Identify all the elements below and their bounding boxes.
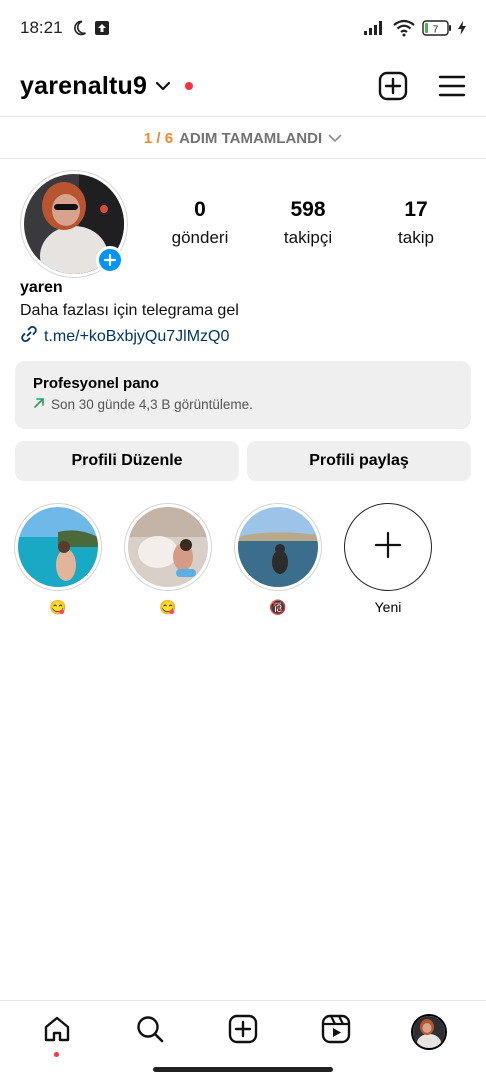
divider bbox=[0, 158, 486, 159]
bio-text: Daha fazlası için telegrama gel bbox=[20, 302, 239, 319]
stat-posts[interactable]: 0 gönderi bbox=[150, 198, 250, 248]
home-icon bbox=[42, 1014, 72, 1049]
plus-icon bbox=[104, 254, 116, 266]
reels-icon bbox=[321, 1014, 351, 1049]
status-bar: 18:21 7 bbox=[0, 0, 486, 56]
progress-count: 1 / 6 bbox=[143, 129, 174, 147]
nav-search[interactable] bbox=[120, 1007, 180, 1057]
link-icon bbox=[20, 325, 38, 348]
plus-icon bbox=[374, 531, 402, 564]
profile-stats: 0 gönderi 598 takipçi 17 takip bbox=[150, 198, 466, 248]
highlight-cover bbox=[18, 507, 98, 587]
new-post-icon[interactable] bbox=[378, 71, 408, 101]
charging-icon bbox=[458, 21, 466, 35]
stat-label: takipçi bbox=[283, 228, 333, 247]
edit-profile-button[interactable]: Profili Düzenle bbox=[15, 441, 239, 481]
moon-icon bbox=[71, 20, 87, 36]
highlight-label: 😋 bbox=[49, 599, 67, 615]
chevron-down-icon bbox=[328, 130, 342, 147]
dashboard-subtitle: Son 30 günde 4,3 B görüntüleme. bbox=[51, 397, 253, 412]
notification-dot bbox=[54, 1051, 60, 1057]
avatar bbox=[411, 1013, 448, 1050]
add-story-button[interactable] bbox=[96, 246, 124, 274]
new-highlight-button[interactable]: Yeni bbox=[344, 503, 432, 617]
battery-level: 7 bbox=[433, 25, 439, 36]
stat-following[interactable]: 17 takip bbox=[366, 198, 466, 248]
highlight-label: 🔞 bbox=[269, 599, 287, 615]
share-profile-button[interactable]: Profili paylaş bbox=[247, 441, 471, 481]
battery-icon: 7 bbox=[422, 20, 452, 36]
highlight-cover bbox=[128, 507, 208, 587]
dashboard-title: Profesyonel pano bbox=[33, 375, 159, 392]
display-name: yaren bbox=[20, 279, 63, 296]
highlight-cover bbox=[238, 507, 318, 587]
account-switcher[interactable]: yarenaltu9 bbox=[20, 71, 194, 101]
nav-profile[interactable] bbox=[399, 1007, 459, 1057]
highlight-label: 😋 bbox=[159, 599, 177, 615]
wifi-icon bbox=[392, 19, 416, 37]
menu-icon[interactable] bbox=[438, 74, 466, 98]
upload-icon bbox=[94, 21, 109, 35]
chevron-down-icon[interactable] bbox=[155, 81, 171, 91]
notification-dot bbox=[185, 82, 194, 90]
signal-icon bbox=[364, 21, 386, 35]
stat-label: takip bbox=[398, 228, 434, 247]
bottom-navigation bbox=[0, 1000, 486, 1062]
nav-home[interactable] bbox=[27, 1007, 87, 1057]
new-post-icon bbox=[228, 1014, 258, 1049]
stat-value: 17 bbox=[404, 198, 428, 221]
professional-dashboard-card[interactable]: Profesyonel pano Son 30 günde 4,3 B görü… bbox=[15, 361, 471, 429]
username: yarenaltu9 bbox=[20, 71, 148, 100]
divider bbox=[0, 116, 486, 117]
stat-label: gönderi bbox=[171, 228, 229, 247]
trend-up-icon bbox=[33, 397, 45, 412]
profile-actions: Profili Düzenle Profili paylaş bbox=[15, 441, 471, 481]
highlight-label: Yeni bbox=[374, 599, 402, 615]
progress-label: ADIM TAMAMLANDI bbox=[179, 129, 323, 147]
nav-create[interactable] bbox=[213, 1007, 273, 1057]
profile-header: yarenaltu9 bbox=[0, 56, 486, 116]
nav-reels[interactable] bbox=[306, 1007, 366, 1057]
bio-link[interactable]: t.me/+koBxbjyQu7JlMzQ0 bbox=[20, 325, 229, 348]
status-time: 18:21 bbox=[20, 18, 63, 37]
stat-value: 598 bbox=[290, 198, 326, 221]
story-highlights: 😋 😋 🔞 Yeni bbox=[14, 503, 432, 617]
stat-followers[interactable]: 598 takipçi bbox=[258, 198, 358, 248]
bio-link-text: t.me/+koBxbjyQu7JlMzQ0 bbox=[44, 327, 230, 345]
highlight-item[interactable]: 🔞 bbox=[234, 503, 322, 617]
search-icon bbox=[135, 1014, 165, 1049]
profile-completion-progress[interactable]: 1 / 6 ADIM TAMAMLANDI bbox=[0, 118, 486, 158]
home-indicator[interactable] bbox=[153, 1067, 333, 1072]
stat-value: 0 bbox=[194, 198, 206, 221]
highlight-item[interactable]: 😋 bbox=[14, 503, 102, 617]
profile-avatar[interactable] bbox=[20, 170, 128, 278]
highlight-item[interactable]: 😋 bbox=[124, 503, 212, 617]
